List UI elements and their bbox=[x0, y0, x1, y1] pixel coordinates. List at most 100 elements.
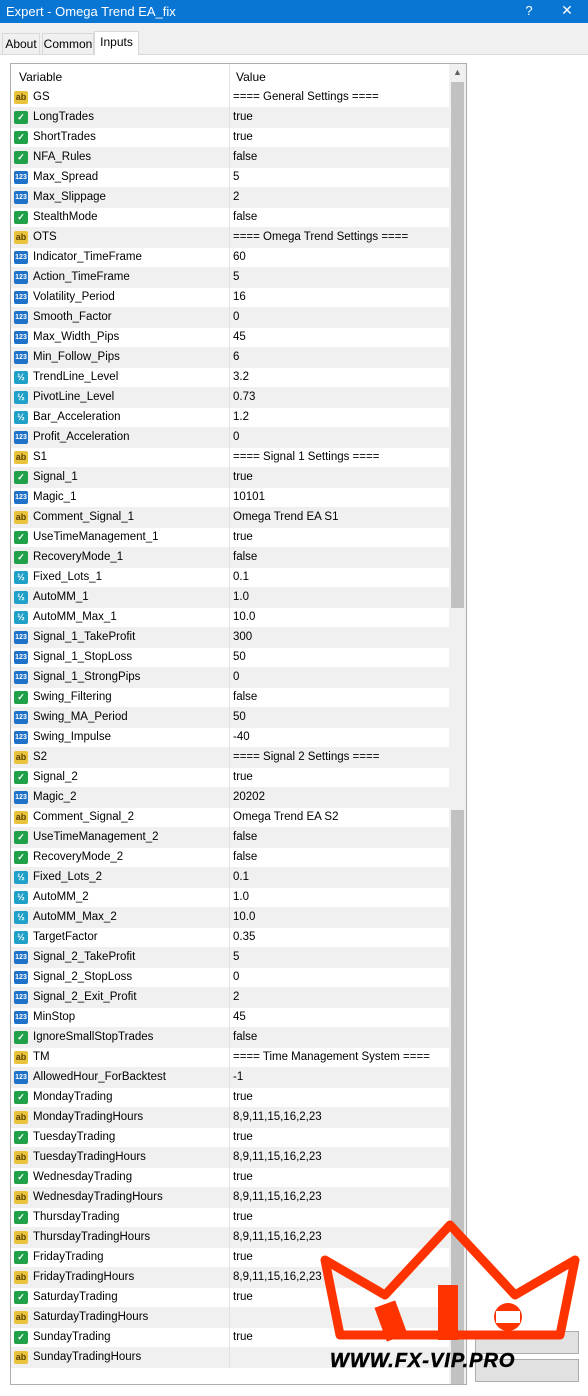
table-row[interactable]: 123 Volatility_Period 16 bbox=[11, 288, 451, 308]
variable-value[interactable]: 300 bbox=[233, 631, 252, 643]
variable-value[interactable]: true bbox=[233, 1131, 253, 1143]
help-button[interactable]: ? bbox=[519, 3, 539, 18]
table-row[interactable]: 123 Magic_2 20202 bbox=[11, 788, 451, 808]
variable-value[interactable]: 0.1 bbox=[233, 571, 249, 583]
variable-value[interactable]: 5 bbox=[233, 951, 239, 963]
table-row[interactable]: ab S1 ==== Signal 1 Settings ==== bbox=[11, 448, 451, 468]
table-row[interactable]: 123 Smooth_Factor 0 bbox=[11, 308, 451, 328]
table-row[interactable]: ½ AutoMM_Max_2 10.0 bbox=[11, 908, 451, 928]
table-row[interactable]: ab S2 ==== Signal 2 Settings ==== bbox=[11, 748, 451, 768]
table-row[interactable]: ½ TrendLine_Level 3.2 bbox=[11, 368, 451, 388]
table-row[interactable]: 123 Indicator_TimeFrame 60 bbox=[11, 248, 451, 268]
table-row[interactable]: ½ Bar_Acceleration 1.2 bbox=[11, 408, 451, 428]
variable-value[interactable]: true bbox=[233, 131, 253, 143]
table-row[interactable]: ✓ LongTrades true bbox=[11, 108, 451, 128]
table-row[interactable]: ab WednesdayTradingHours 8,9,11,15,16,2,23 bbox=[11, 1188, 451, 1208]
table-row[interactable]: ½ AutoMM_1 1.0 bbox=[11, 588, 451, 608]
table-row[interactable]: 123 Min_Follow_Pips 6 bbox=[11, 348, 451, 368]
table-row[interactable]: ½ AutoMM_Max_1 10.0 bbox=[11, 608, 451, 628]
table-row[interactable]: 123 Signal_1_TakeProfit 300 bbox=[11, 628, 451, 648]
table-row[interactable]: ab OTS ==== Omega Trend Settings ==== bbox=[11, 228, 451, 248]
variable-value[interactable]: 2 bbox=[233, 191, 239, 203]
variable-value[interactable]: 50 bbox=[233, 651, 246, 663]
header-variable[interactable]: Variable bbox=[19, 70, 62, 84]
table-row[interactable]: ½ AutoMM_2 1.0 bbox=[11, 888, 451, 908]
variable-value[interactable]: 2 bbox=[233, 991, 239, 1003]
table-row[interactable]: ½ Fixed_Lots_1 0.1 bbox=[11, 568, 451, 588]
table-row[interactable]: ab MondayTradingHours 8,9,11,15,16,2,23 bbox=[11, 1108, 451, 1128]
variable-value[interactable]: 8,9,11,15,16,2,23 bbox=[233, 1231, 322, 1243]
variable-value[interactable]: 3.2 bbox=[233, 371, 249, 383]
table-row[interactable]: ✓ Signal_1 true bbox=[11, 468, 451, 488]
variable-value[interactable]: 5 bbox=[233, 271, 239, 283]
variable-value[interactable]: false bbox=[233, 1031, 257, 1043]
table-row[interactable]: ab GS ==== General Settings ==== bbox=[11, 88, 451, 108]
variable-value[interactable]: true bbox=[233, 1291, 253, 1303]
table-row[interactable]: ½ Fixed_Lots_2 0.1 bbox=[11, 868, 451, 888]
table-row[interactable]: ½ TargetFactor 0.35 bbox=[11, 928, 451, 948]
variable-value[interactable]: 45 bbox=[233, 331, 246, 343]
table-row[interactable]: ½ PivotLine_Level 0.73 bbox=[11, 388, 451, 408]
table-row[interactable]: ✓ UseTimeManagement_2 false bbox=[11, 828, 451, 848]
variable-value[interactable]: 8,9,11,15,16,2,23 bbox=[233, 1191, 322, 1203]
tab-common[interactable]: Common bbox=[42, 33, 94, 54]
variable-value[interactable]: true bbox=[233, 471, 253, 483]
table-row[interactable]: 123 MinStop 45 bbox=[11, 1008, 451, 1028]
variable-value[interactable]: 10101 bbox=[233, 491, 265, 503]
variable-value[interactable]: true bbox=[233, 1211, 253, 1223]
table-row[interactable]: 123 Signal_2_Exit_Profit 2 bbox=[11, 988, 451, 1008]
variable-value[interactable]: ==== Time Management System ==== bbox=[233, 1051, 430, 1063]
variable-value[interactable]: 0.1 bbox=[233, 871, 249, 883]
variable-value[interactable]: 8,9,11,15,16,2,23 bbox=[233, 1151, 322, 1163]
variable-value[interactable]: 6 bbox=[233, 351, 239, 363]
variable-value[interactable]: ==== Signal 1 Settings ==== bbox=[233, 451, 379, 463]
table-row[interactable]: 123 Signal_2_StopLoss 0 bbox=[11, 968, 451, 988]
header-separator[interactable] bbox=[229, 64, 230, 88]
table-row[interactable]: ✓ Signal_2 true bbox=[11, 768, 451, 788]
variable-value[interactable]: Omega Trend EA S2 bbox=[233, 811, 338, 823]
table-row[interactable]: 123 Max_Width_Pips 45 bbox=[11, 328, 451, 348]
table-row[interactable]: 123 Swing_Impulse -40 bbox=[11, 728, 451, 748]
table-row[interactable]: ✓ MondayTrading true bbox=[11, 1088, 451, 1108]
variable-value[interactable]: false bbox=[233, 831, 257, 843]
table-row[interactable]: 123 Profit_Acceleration 0 bbox=[11, 428, 451, 448]
close-button[interactable]: ✕ bbox=[557, 2, 577, 19]
variable-value[interactable]: 0 bbox=[233, 671, 239, 683]
scroll-thumb[interactable] bbox=[451, 82, 464, 608]
variable-value[interactable]: 0 bbox=[233, 311, 239, 323]
variable-value[interactable]: 0 bbox=[233, 431, 239, 443]
table-row[interactable]: ✓ ShortTrades true bbox=[11, 128, 451, 148]
table-row[interactable]: 123 AllowedHour_ForBacktest -1 bbox=[11, 1068, 451, 1088]
table-row[interactable]: ✓ Swing_Filtering false bbox=[11, 688, 451, 708]
table-row[interactable]: ✓ RecoveryMode_2 false bbox=[11, 848, 451, 868]
variable-value[interactable]: ==== Signal 2 Settings ==== bbox=[233, 751, 379, 763]
variable-value[interactable]: true bbox=[233, 1171, 253, 1183]
variable-value[interactable]: -1 bbox=[233, 1071, 243, 1083]
variable-value[interactable]: false bbox=[233, 151, 257, 163]
table-row[interactable]: ab TM ==== Time Management System ==== bbox=[11, 1048, 451, 1068]
table-row[interactable]: 123 Max_Spread 5 bbox=[11, 168, 451, 188]
table-row[interactable]: ✓ WednesdayTrading true bbox=[11, 1168, 451, 1188]
table-row[interactable]: 123 Swing_MA_Period 50 bbox=[11, 708, 451, 728]
table-row[interactable]: ✓ RecoveryMode_1 false bbox=[11, 548, 451, 568]
variable-value[interactable]: 16 bbox=[233, 291, 246, 303]
variable-value[interactable]: false bbox=[233, 551, 257, 563]
table-row[interactable]: ab TuesdayTradingHours 8,9,11,15,16,2,23 bbox=[11, 1148, 451, 1168]
variable-value[interactable]: 0.35 bbox=[233, 931, 255, 943]
variable-value[interactable]: true bbox=[233, 1091, 253, 1103]
variable-value[interactable]: 20202 bbox=[233, 791, 265, 803]
variable-value[interactable]: 1.0 bbox=[233, 591, 249, 603]
variable-value[interactable]: false bbox=[233, 691, 257, 703]
table-row[interactable]: 123 Magic_1 10101 bbox=[11, 488, 451, 508]
variable-value[interactable]: false bbox=[233, 851, 257, 863]
table-row[interactable]: ✓ StealthMode false bbox=[11, 208, 451, 228]
variable-value[interactable]: 60 bbox=[233, 251, 246, 263]
variable-value[interactable]: ==== General Settings ==== bbox=[233, 91, 379, 103]
variable-value[interactable]: true bbox=[233, 771, 253, 783]
header-value[interactable]: Value bbox=[236, 70, 266, 84]
variable-value[interactable]: false bbox=[233, 211, 257, 223]
table-row[interactable]: ✓ UseTimeManagement_1 true bbox=[11, 528, 451, 548]
table-row[interactable]: ✓ NFA_Rules false bbox=[11, 148, 451, 168]
variable-value[interactable]: true bbox=[233, 531, 253, 543]
table-row[interactable]: 123 Signal_2_TakeProfit 5 bbox=[11, 948, 451, 968]
